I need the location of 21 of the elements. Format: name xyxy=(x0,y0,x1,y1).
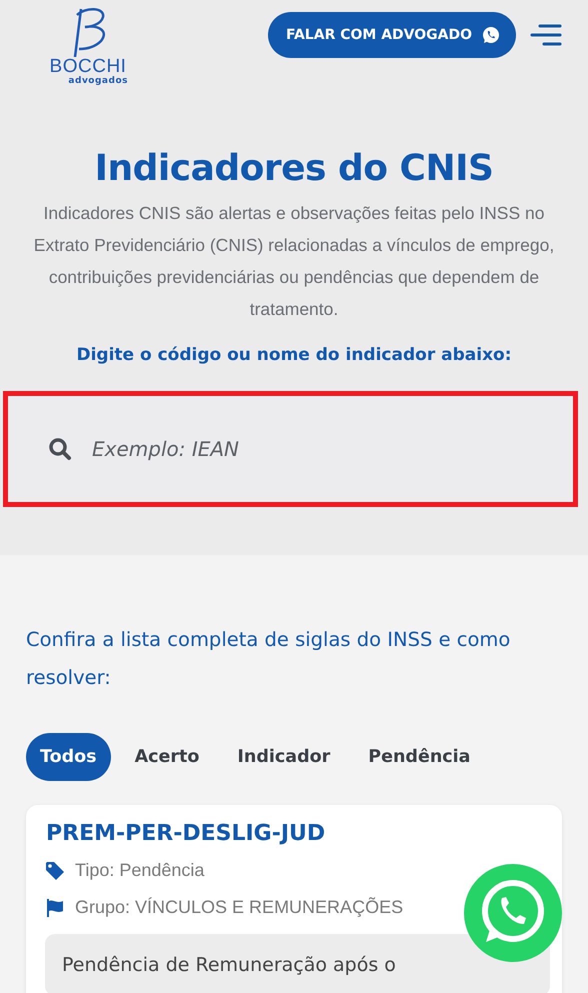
logo-name: BOCCHI xyxy=(50,56,126,76)
indicator-group: Grupo: VÍNCULOS E REMUNERAÇÕES xyxy=(75,897,404,918)
whatsapp-icon xyxy=(482,26,500,44)
talk-to-lawyer-button[interactable]: FALAR COM ADVOGADO xyxy=(268,12,516,58)
page-title: Indicadores do CNIS xyxy=(94,148,494,189)
flag-icon xyxy=(45,898,65,918)
filter-tab[interactable]: Pendência xyxy=(354,733,484,781)
search-prompt: Digite o código ou nome do indicador abaixo: xyxy=(75,345,513,365)
filter-tab[interactable]: Todos xyxy=(26,733,111,781)
indicator-code: PREM-PER-DESLIG-JUD xyxy=(46,821,326,846)
indicator-description: Pendência de Remuneração após o xyxy=(62,954,396,976)
search-icon xyxy=(48,437,72,461)
menu-icon[interactable] xyxy=(530,23,562,47)
logo-tagline: advogados xyxy=(68,76,128,86)
filter-tab[interactable]: Indicador xyxy=(223,733,344,781)
indicator-type: Tipo: Pendência xyxy=(75,860,204,881)
intro-paragraph: Indicadores CNIS são alertas e observações feitas pelo INSS no Extrato Previdenciário (CNIS) relacionadas a vínculos de emprego, contribuições previdenciárias ou pendências que dependem de tratamento. xyxy=(32,202,556,321)
search-field[interactable]: Exemplo: IEAN xyxy=(90,428,533,470)
list-heading: Confira a lista completa de siglas do INSS e como resolver: xyxy=(26,627,512,691)
filter-tab[interactable]: Acerto xyxy=(120,733,214,781)
tag-icon xyxy=(45,860,65,880)
